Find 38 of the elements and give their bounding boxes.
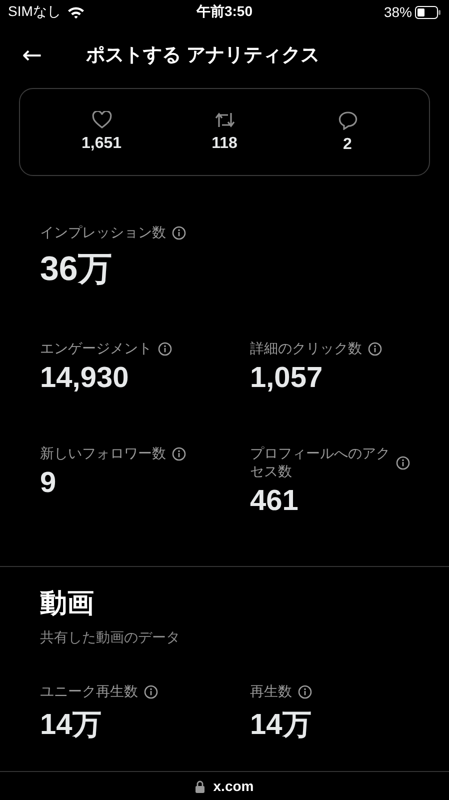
info-icon[interactable] (172, 447, 186, 461)
stat-value: 2 (343, 136, 352, 154)
page-title: ポストする アナリティクス (86, 44, 320, 68)
metric-label: ユニーク再生数 (40, 683, 138, 701)
battery-icon (415, 6, 441, 18)
stat-value: 118 (212, 135, 238, 153)
battery-percent: 38% (384, 4, 412, 20)
metric-label: インプレッション数 (40, 224, 166, 242)
metric-value: 9 (40, 467, 58, 500)
carrier-label: SIMなし (8, 3, 61, 21)
metric-label: 再生数 (250, 683, 292, 701)
info-icon[interactable] (158, 342, 172, 356)
section-title: 動画 (40, 587, 95, 620)
metric-label: 新しいフォロワー数 (40, 445, 166, 463)
metric-value: 36万 (40, 249, 113, 290)
section-subtitle: 共有した動画のデータ (40, 629, 181, 647)
lock-icon (195, 780, 206, 792)
info-icon[interactable] (172, 226, 186, 240)
speech-bubble-icon (338, 110, 358, 130)
stat-value: 1,651 (81, 135, 122, 153)
metric-value: 14万 (40, 708, 102, 743)
info-icon[interactable] (368, 342, 382, 356)
metric-label: プロフィールへのアクセス数 (250, 445, 390, 481)
wifi-icon (66, 6, 85, 18)
metric-value: 1,057 (250, 362, 324, 395)
metric-value: 14,930 (40, 362, 130, 395)
repost-icon (214, 111, 236, 129)
metric-value: 461 (250, 485, 300, 518)
metric-label: 詳細のクリック数 (250, 340, 362, 358)
info-icon[interactable] (144, 685, 158, 699)
url-text: x.com (213, 778, 254, 794)
metric-value: 14万 (250, 708, 312, 743)
info-icon[interactable] (298, 685, 312, 699)
info-icon[interactable] (396, 456, 410, 470)
back-button[interactable]: ← (20, 41, 44, 69)
heart-icon (92, 111, 112, 129)
status-time: 午前3:50 (196, 3, 253, 21)
metric-label: エンゲージメント (40, 340, 152, 358)
